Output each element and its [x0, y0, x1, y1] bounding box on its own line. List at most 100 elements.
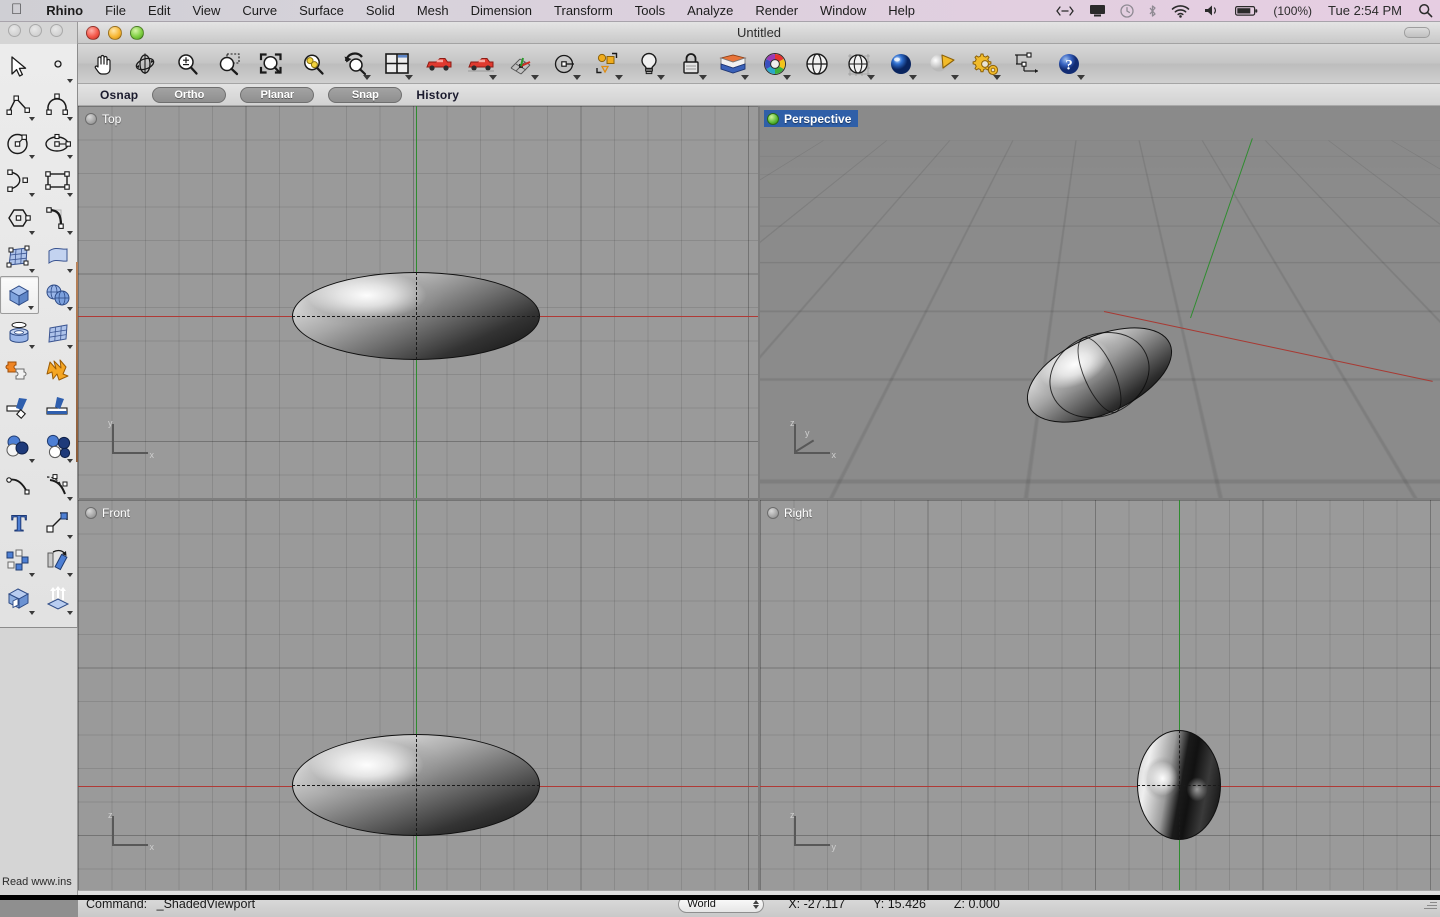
chevron-down-icon[interactable]: [29, 459, 35, 463]
chevron-down-icon[interactable]: [531, 75, 539, 80]
color-wheel-icon[interactable]: [756, 46, 794, 82]
zoom-in-out-icon[interactable]: [168, 46, 206, 82]
sphere-grid-icon[interactable]: [840, 46, 878, 82]
menu-item-file[interactable]: File: [94, 0, 137, 22]
gears-icon[interactable]: [966, 46, 1004, 82]
chevron-down-icon[interactable]: [783, 75, 791, 80]
car-shaded-icon[interactable]: [462, 46, 500, 82]
chevron-down-icon[interactable]: [909, 75, 917, 80]
curve-icon[interactable]: [0, 162, 39, 200]
chevron-down-icon[interactable]: [67, 535, 73, 539]
menu-item-analyze[interactable]: Analyze: [676, 0, 744, 22]
chevron-down-icon[interactable]: [741, 75, 749, 80]
chevron-down-icon[interactable]: [67, 497, 73, 501]
arrows-icon[interactable]: [1048, 5, 1082, 17]
ortho-toggle[interactable]: Ortho: [152, 87, 226, 103]
four-viewport-icon[interactable]: [378, 46, 416, 82]
viewport-right[interactable]: Right z y: [760, 500, 1440, 890]
menu-item-dimension[interactable]: Dimension: [460, 0, 543, 22]
chevron-down-icon[interactable]: [29, 117, 35, 121]
extrude-icon[interactable]: [39, 580, 78, 618]
chevron-down-icon[interactable]: [405, 75, 413, 80]
arc-icon[interactable]: [39, 86, 78, 124]
car-icon[interactable]: [420, 46, 458, 82]
chevron-down-icon[interactable]: [363, 75, 371, 80]
osnap-toggle[interactable]: Osnap: [100, 88, 138, 102]
chevron-down-icon[interactable]: [67, 193, 73, 197]
minimize-button[interactable]: [108, 26, 122, 40]
fillet-icon[interactable]: [39, 200, 78, 238]
chevron-down-icon[interactable]: [67, 79, 73, 83]
chevron-down-icon[interactable]: [67, 231, 73, 235]
volume-icon[interactable]: [1197, 4, 1228, 17]
zoom-selected-icon[interactable]: [294, 46, 332, 82]
chevron-down-icon[interactable]: [67, 345, 73, 349]
menu-item-tools[interactable]: Tools: [624, 0, 676, 22]
viewport-tab-top[interactable]: Top: [82, 110, 128, 127]
split-icon[interactable]: [39, 390, 78, 428]
chevron-down-icon[interactable]: [29, 573, 35, 577]
boolean-puzzle-icon[interactable]: [0, 352, 39, 390]
chevron-down-icon[interactable]: [867, 75, 875, 80]
box-icon[interactable]: [0, 276, 39, 314]
help-icon[interactable]: ?: [1050, 46, 1088, 82]
menu-clock[interactable]: Tue 2:54 PM: [1319, 0, 1411, 22]
undo-view-icon[interactable]: [336, 46, 374, 82]
chevron-down-icon[interactable]: [657, 75, 665, 80]
viewport-tab-perspective[interactable]: Perspective: [764, 110, 858, 127]
boolean-union-icon[interactable]: [0, 428, 39, 466]
menu-item-surface[interactable]: Surface: [288, 0, 355, 22]
chevron-down-icon[interactable]: [67, 269, 73, 273]
chevron-down-icon[interactable]: [29, 345, 35, 349]
array-icon[interactable]: [0, 542, 39, 580]
chevron-down-icon[interactable]: [67, 307, 73, 311]
cylinder-icon[interactable]: [0, 314, 39, 352]
chevron-down-icon[interactable]: [28, 306, 34, 310]
sphere-solid-icon[interactable]: [39, 276, 77, 314]
viewport-tab-right[interactable]: Right: [764, 504, 819, 521]
history-toggle[interactable]: History: [416, 88, 459, 102]
menu-item-render[interactable]: Render: [744, 0, 809, 22]
palette-resize-edge[interactable]: [76, 262, 78, 462]
zoom-extents-icon[interactable]: [252, 46, 290, 82]
mesh-plane-icon[interactable]: [39, 314, 78, 352]
chevron-down-icon[interactable]: [67, 155, 73, 159]
chevron-down-icon[interactable]: [951, 75, 959, 80]
chevron-down-icon[interactable]: [29, 611, 35, 615]
text-icon[interactable]: T: [0, 504, 39, 542]
display-icon[interactable]: [1082, 4, 1113, 17]
viewport-perspective[interactable]: Perspective z x y: [760, 106, 1440, 498]
select-arrow-icon[interactable]: [0, 48, 39, 86]
chevron-down-icon[interactable]: [67, 117, 73, 121]
ellipsoid-top-view[interactable]: [292, 272, 540, 360]
dimension-icon[interactable]: [1008, 46, 1046, 82]
menu-item-mesh[interactable]: Mesh: [406, 0, 460, 22]
chevron-down-icon[interactable]: [29, 231, 35, 235]
viewport-front[interactable]: Front z x: [78, 500, 758, 890]
render-sphere-icon[interactable]: [882, 46, 920, 82]
group-shapes-icon[interactable]: [588, 46, 626, 82]
spotlight-cone-icon[interactable]: [924, 46, 962, 82]
zoom-window-icon[interactable]: [210, 46, 248, 82]
chevron-down-icon[interactable]: [489, 75, 497, 80]
menu-item-window[interactable]: Window: [809, 0, 877, 22]
pan-icon[interactable]: [84, 46, 122, 82]
grid-plane-icon[interactable]: [504, 46, 542, 82]
boolean-difference-icon[interactable]: [39, 428, 78, 466]
menu-item-edit[interactable]: Edit: [137, 0, 181, 22]
chevron-down-icon[interactable]: [67, 573, 73, 577]
menu-item-view[interactable]: View: [181, 0, 231, 22]
menu-item-rhino[interactable]: Rhino: [35, 0, 94, 22]
chevron-down-icon[interactable]: [67, 611, 73, 615]
explode-icon[interactable]: [39, 352, 78, 390]
clock-icon[interactable]: [1113, 4, 1141, 18]
chevron-down-icon[interactable]: [67, 459, 73, 463]
menu-item-curve[interactable]: Curve: [231, 0, 288, 22]
chevron-down-icon[interactable]: [29, 269, 35, 273]
polygon-icon[interactable]: [0, 200, 39, 238]
blend-curve-icon[interactable]: [39, 466, 78, 504]
stepper-arrows-icon[interactable]: [753, 900, 759, 909]
chevron-down-icon[interactable]: [615, 75, 623, 80]
menu-item-solid[interactable]: Solid: [355, 0, 406, 22]
chevron-down-icon[interactable]: [699, 75, 707, 80]
